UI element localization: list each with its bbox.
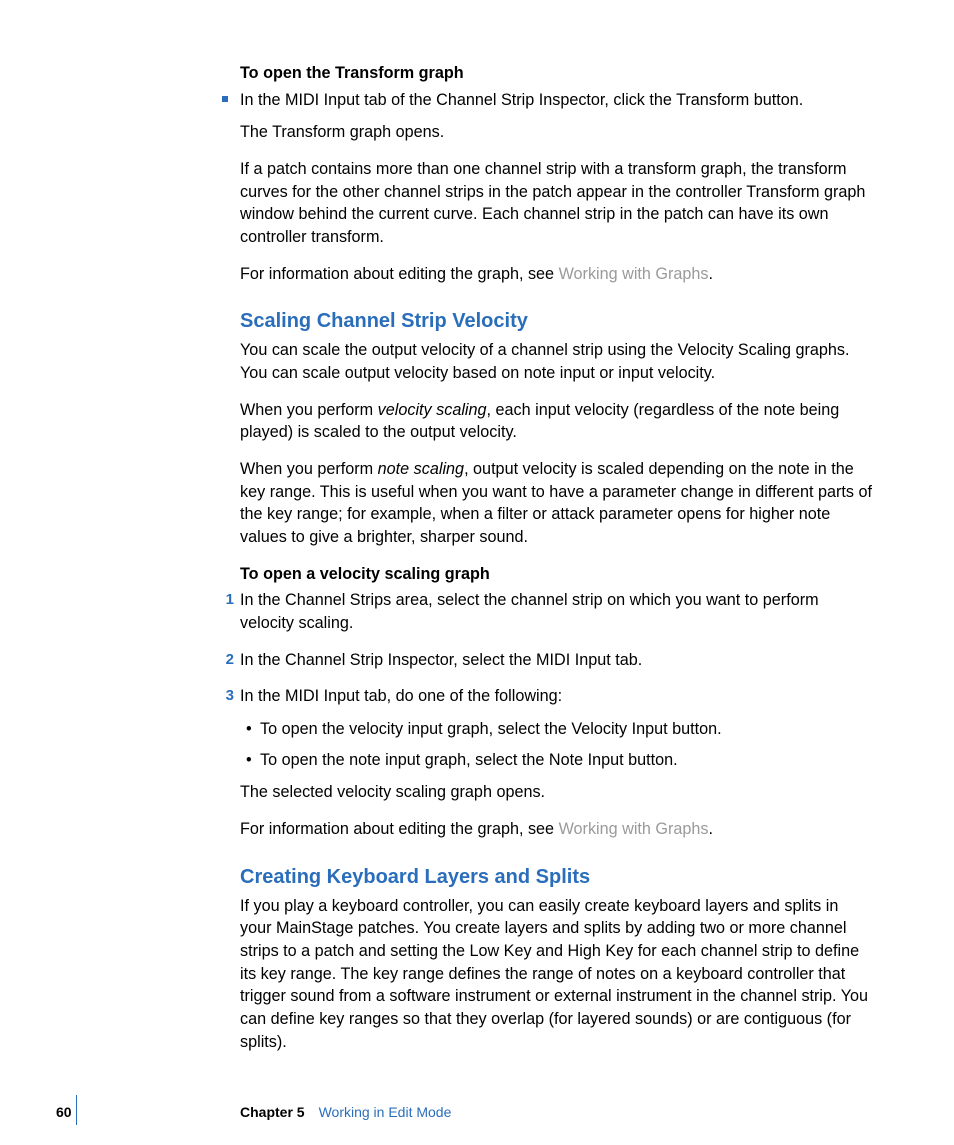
text-run: When you perform	[240, 401, 378, 419]
emphasis: velocity scaling	[378, 401, 487, 419]
step-text: In the Channel Strip Inspector, select t…	[240, 651, 642, 669]
chapter-label: Chapter 5 Working in Edit Mode	[240, 1103, 451, 1123]
paragraph: When you perform note scaling, output ve…	[240, 458, 874, 549]
page-number: 60	[56, 1103, 72, 1123]
link-working-with-graphs[interactable]: Working with Graphs	[559, 820, 709, 838]
numbered-step-3: 3 In the MIDI Input tab, do one of the f…	[240, 685, 874, 708]
bullet-text: In the MIDI Input tab of the Channel Str…	[240, 91, 803, 109]
paragraph: For information about editing the graph,…	[240, 818, 874, 841]
paragraph: If a patch contains more than one channe…	[240, 158, 874, 249]
sub-bullet-item: • To open the velocity input graph, sele…	[240, 718, 874, 741]
text-run: For information about editing the graph,…	[240, 820, 559, 838]
bullet-item: In the MIDI Input tab of the Channel Str…	[240, 89, 874, 112]
paragraph: When you perform velocity scaling, each …	[240, 399, 874, 444]
chapter-number: Chapter 5	[240, 1104, 305, 1120]
text-run: When you perform	[240, 460, 378, 478]
page-content: To open the Transform graph In the MIDI …	[0, 0, 954, 1054]
paragraph: For information about editing the graph,…	[240, 263, 874, 286]
task-heading-velocity: To open a velocity scaling graph	[240, 563, 874, 586]
text-run: .	[709, 265, 714, 283]
emphasis: note scaling	[378, 460, 464, 478]
dot-bullet-icon: •	[246, 718, 252, 741]
chapter-title: Working in Edit Mode	[319, 1104, 452, 1120]
dot-bullet-icon: •	[246, 749, 252, 772]
task-heading-transform: To open the Transform graph	[240, 62, 874, 85]
step-number-icon: 1	[220, 589, 234, 610]
numbered-step-2: 2 In the Channel Strip Inspector, select…	[240, 649, 874, 672]
paragraph: You can scale the output velocity of a c…	[240, 339, 874, 384]
sub-bullet-text: To open the note input graph, select the…	[260, 751, 678, 769]
text-run: .	[709, 820, 714, 838]
step-text: In the Channel Strips area, select the c…	[240, 591, 819, 632]
link-working-with-graphs[interactable]: Working with Graphs	[559, 265, 709, 283]
step-number-icon: 2	[220, 649, 234, 670]
text-run: For information about editing the graph,…	[240, 265, 559, 283]
section-heading-scaling: Scaling Channel Strip Velocity	[240, 307, 874, 335]
paragraph: If you play a keyboard controller, you c…	[240, 895, 874, 1054]
paragraph: The Transform graph opens.	[240, 121, 874, 144]
section-heading-layers: Creating Keyboard Layers and Splits	[240, 863, 874, 891]
sub-bullet-item: • To open the note input graph, select t…	[240, 749, 874, 772]
numbered-step-1: 1 In the Channel Strips area, select the…	[240, 589, 874, 634]
sub-bullet-text: To open the velocity input graph, select…	[260, 720, 722, 738]
footer-rule-icon	[76, 1095, 77, 1125]
paragraph: The selected velocity scaling graph open…	[240, 781, 874, 804]
step-text: In the MIDI Input tab, do one of the fol…	[240, 687, 562, 705]
step-number-icon: 3	[220, 685, 234, 706]
square-bullet-icon	[222, 96, 228, 102]
